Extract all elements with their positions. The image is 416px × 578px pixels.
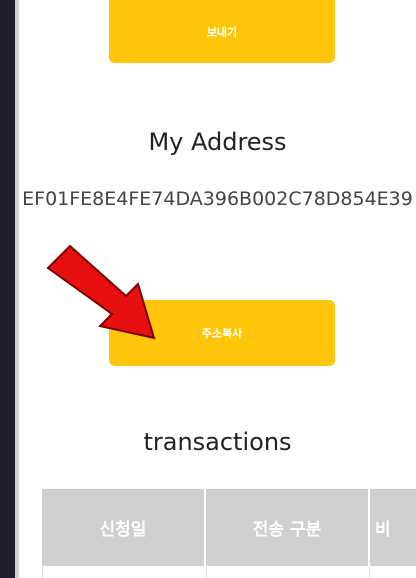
red-arrow-annotation xyxy=(46,244,156,340)
my-address-title: My Address xyxy=(148,128,287,156)
send-button[interactable]: 보내기 xyxy=(109,0,335,63)
table-row xyxy=(42,566,416,578)
column-header-date[interactable]: 신청일 xyxy=(42,489,206,566)
table-cell xyxy=(370,566,416,578)
left-edge-bar xyxy=(0,0,15,578)
arrow-shape xyxy=(46,244,156,340)
column-header-partial[interactable]: 비 xyxy=(370,489,416,566)
transactions-table: 신청일 전송 구분 비 xyxy=(42,489,416,578)
wallet-address: EF01FE8E4FE74DA396B002C78D854E39 xyxy=(22,188,413,210)
table-header-row: 신청일 전송 구분 비 xyxy=(42,489,416,566)
table-cell xyxy=(207,566,371,578)
transactions-title: transactions xyxy=(143,428,292,456)
column-header-transfer-type[interactable]: 전송 구분 xyxy=(206,489,370,566)
table-cell xyxy=(43,566,207,578)
